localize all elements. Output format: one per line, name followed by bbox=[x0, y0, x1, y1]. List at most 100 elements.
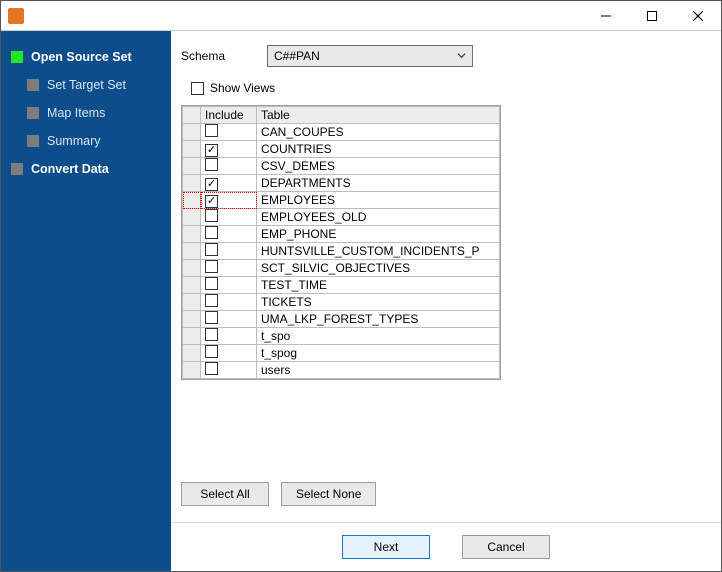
include-checkbox[interactable] bbox=[205, 328, 218, 341]
row-selector[interactable] bbox=[183, 277, 201, 294]
grid-header-include[interactable]: Include bbox=[201, 107, 257, 124]
select-all-button[interactable]: Select All bbox=[181, 482, 269, 506]
chevron-down-icon bbox=[457, 49, 466, 63]
include-checkbox[interactable] bbox=[205, 260, 218, 273]
grid-header-table[interactable]: Table bbox=[257, 107, 500, 124]
include-cell[interactable] bbox=[201, 158, 257, 175]
cancel-button[interactable]: Cancel bbox=[462, 535, 550, 559]
include-cell[interactable] bbox=[201, 294, 257, 311]
include-cell[interactable] bbox=[201, 277, 257, 294]
include-cell[interactable] bbox=[201, 311, 257, 328]
include-checkbox[interactable] bbox=[205, 178, 218, 191]
include-checkbox[interactable] bbox=[205, 209, 218, 222]
include-checkbox[interactable] bbox=[205, 226, 218, 239]
table-name-cell: UMA_LKP_FOREST_TYPES bbox=[257, 311, 500, 328]
sidebar-item-label: Convert Data bbox=[31, 162, 109, 176]
row-selector[interactable] bbox=[183, 175, 201, 192]
table-name-cell: CSV_DEMES bbox=[257, 158, 500, 175]
include-cell[interactable] bbox=[201, 141, 257, 158]
sidebar-item-convert-data[interactable]: Convert Data bbox=[9, 155, 163, 183]
table-row[interactable]: DEPARTMENTS bbox=[183, 175, 500, 192]
table-row[interactable]: EMPLOYEES_OLD bbox=[183, 209, 500, 226]
step-indicator-icon bbox=[11, 163, 23, 175]
include-cell[interactable] bbox=[201, 345, 257, 362]
sidebar-item-open-source-set[interactable]: Open Source Set bbox=[9, 43, 163, 71]
include-cell[interactable] bbox=[201, 328, 257, 345]
table-row[interactable]: CSV_DEMES bbox=[183, 158, 500, 175]
sidebar-item-set-target-set[interactable]: Set Target Set bbox=[9, 71, 163, 99]
include-cell[interactable] bbox=[201, 175, 257, 192]
include-checkbox[interactable] bbox=[205, 124, 218, 137]
table-name-cell: TICKETS bbox=[257, 294, 500, 311]
table-name-cell: TEST_TIME bbox=[257, 277, 500, 294]
include-checkbox[interactable] bbox=[205, 362, 218, 375]
include-checkbox[interactable] bbox=[205, 144, 218, 157]
table-name-cell: SCT_SILVIC_OBJECTIVES bbox=[257, 260, 500, 277]
schema-select[interactable]: C##PAN bbox=[267, 45, 473, 67]
include-cell[interactable] bbox=[201, 260, 257, 277]
sidebar-item-map-items[interactable]: Map Items bbox=[9, 99, 163, 127]
include-cell[interactable] bbox=[201, 226, 257, 243]
row-selector[interactable] bbox=[183, 294, 201, 311]
row-selector[interactable] bbox=[183, 192, 201, 209]
row-selector[interactable] bbox=[183, 345, 201, 362]
include-checkbox[interactable] bbox=[205, 277, 218, 290]
app-icon bbox=[8, 8, 24, 24]
table-row[interactable]: t_spog bbox=[183, 345, 500, 362]
row-selector[interactable] bbox=[183, 141, 201, 158]
table-row[interactable]: SCT_SILVIC_OBJECTIVES bbox=[183, 260, 500, 277]
include-checkbox[interactable] bbox=[205, 195, 218, 208]
schema-selected-value: C##PAN bbox=[274, 49, 320, 63]
row-selector[interactable] bbox=[183, 243, 201, 260]
table-row[interactable]: UMA_LKP_FOREST_TYPES bbox=[183, 311, 500, 328]
row-selector[interactable] bbox=[183, 260, 201, 277]
include-checkbox[interactable] bbox=[205, 345, 218, 358]
include-checkbox[interactable] bbox=[205, 311, 218, 324]
sidebar-item-label: Set Target Set bbox=[47, 78, 126, 92]
show-views-checkbox[interactable] bbox=[191, 82, 204, 95]
select-none-button[interactable]: Select None bbox=[281, 482, 376, 506]
sidebar-item-label: Open Source Set bbox=[31, 50, 132, 64]
table-row[interactable]: users bbox=[183, 362, 500, 379]
row-selector[interactable] bbox=[183, 209, 201, 226]
table-name-cell: t_spo bbox=[257, 328, 500, 345]
step-indicator-icon bbox=[27, 79, 39, 91]
sidebar-item-label: Summary bbox=[47, 134, 100, 148]
wizard-sidebar: Open Source Set Set Target Set Map Items Su… bbox=[1, 31, 171, 571]
close-button[interactable] bbox=[675, 1, 721, 31]
table-row[interactable]: TEST_TIME bbox=[183, 277, 500, 294]
include-cell[interactable] bbox=[201, 192, 257, 209]
table-name-cell: EMP_PHONE bbox=[257, 226, 500, 243]
next-button[interactable]: Next bbox=[342, 535, 430, 559]
table-name-cell: EMPLOYEES bbox=[257, 192, 500, 209]
sidebar-item-summary[interactable]: Summary bbox=[9, 127, 163, 155]
maximize-button[interactable] bbox=[629, 1, 675, 31]
include-cell[interactable] bbox=[201, 209, 257, 226]
table-row[interactable]: CAN_COUPES bbox=[183, 124, 500, 141]
table-row[interactable]: HUNTSVILLE_CUSTOM_INCIDENTS_P bbox=[183, 243, 500, 260]
row-selector[interactable] bbox=[183, 362, 201, 379]
table-row[interactable]: EMPLOYEES bbox=[183, 192, 500, 209]
row-selector[interactable] bbox=[183, 311, 201, 328]
minimize-button[interactable] bbox=[583, 1, 629, 31]
row-selector[interactable] bbox=[183, 328, 201, 345]
row-selector[interactable] bbox=[183, 158, 201, 175]
row-selector[interactable] bbox=[183, 226, 201, 243]
table-name-cell: HUNTSVILLE_CUSTOM_INCIDENTS_P bbox=[257, 243, 500, 260]
tables-grid[interactable]: Include Table CAN_COUPESCOUNTRIESCSV_DEM… bbox=[181, 105, 501, 380]
include-checkbox[interactable] bbox=[205, 243, 218, 256]
table-row[interactable]: COUNTRIES bbox=[183, 141, 500, 158]
include-cell[interactable] bbox=[201, 362, 257, 379]
table-row[interactable]: t_spo bbox=[183, 328, 500, 345]
include-checkbox[interactable] bbox=[205, 158, 218, 171]
table-name-cell: COUNTRIES bbox=[257, 141, 500, 158]
row-selector[interactable] bbox=[183, 124, 201, 141]
table-row[interactable]: TICKETS bbox=[183, 294, 500, 311]
include-cell[interactable] bbox=[201, 124, 257, 141]
table-row[interactable]: EMP_PHONE bbox=[183, 226, 500, 243]
sidebar-item-label: Map Items bbox=[47, 106, 105, 120]
include-checkbox[interactable] bbox=[205, 294, 218, 307]
include-cell[interactable] bbox=[201, 243, 257, 260]
schema-label: Schema bbox=[181, 49, 267, 63]
table-name-cell: users bbox=[257, 362, 500, 379]
